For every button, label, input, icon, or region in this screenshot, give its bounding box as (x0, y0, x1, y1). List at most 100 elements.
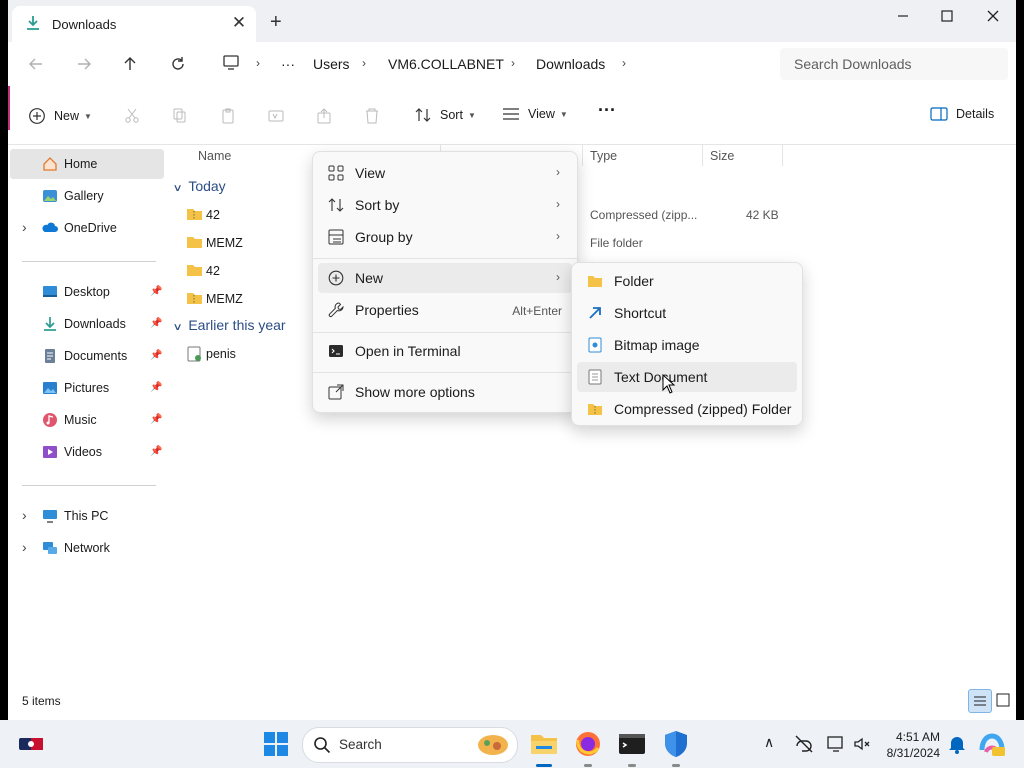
firefox-icon[interactable] (572, 728, 604, 760)
cut-icon[interactable] (124, 108, 140, 124)
network-offline-icon[interactable] (794, 734, 814, 754)
menu-item-label: Show more options (355, 384, 475, 400)
file-name: 42 (206, 208, 220, 222)
new-button[interactable]: New ▼ (28, 107, 92, 125)
pictures-icon (43, 382, 57, 394)
sidebar-item-label: Desktop (64, 285, 110, 299)
pc-icon[interactable] (222, 55, 240, 71)
sidebar-item-documents[interactable]: Documents 📌 (10, 341, 164, 371)
menu-item-sort-by[interactable]: Sort by › (318, 190, 572, 220)
security-shield-icon[interactable] (660, 728, 692, 760)
taskbar-search-label: Search (339, 737, 382, 752)
submenu-item-bitmap[interactable]: Bitmap image (577, 330, 797, 360)
submenu-item-zip-folder[interactable]: Compressed (zipped) Folder (577, 394, 797, 424)
search-input[interactable]: Search Downloads (780, 48, 1008, 80)
chevron-right-icon: › (556, 165, 560, 179)
group-header-earlier[interactable]: ∨ Earlier this year (172, 317, 286, 333)
breadcrumb-vm6[interactable]: VM6.COLLABNET (388, 56, 504, 72)
tab-downloads[interactable]: Downloads ✕ (12, 6, 256, 42)
notification-bell-icon[interactable] (948, 734, 966, 754)
minimize-icon[interactable] (880, 6, 926, 26)
copilot-icon[interactable] (978, 730, 1006, 758)
volume-muted-icon[interactable] (852, 734, 872, 754)
menu-item-view[interactable]: View › (318, 158, 572, 188)
breadcrumb-overflow[interactable]: ··· (281, 56, 295, 72)
copy-icon[interactable] (172, 108, 188, 124)
menu-item-show-more-options[interactable]: Show more options (318, 377, 572, 407)
chevron-down-icon: ∨ (172, 322, 183, 333)
sidebar-item-videos[interactable]: Videos 📌 (10, 437, 164, 467)
windows-start-icon[interactable] (260, 728, 292, 760)
display-icon[interactable] (826, 734, 846, 754)
paste-icon[interactable] (220, 108, 236, 124)
close-icon[interactable] (970, 6, 1016, 26)
menu-item-open-terminal[interactable]: Open in Terminal (318, 336, 572, 366)
sidebar-item-music[interactable]: Music 📌 (10, 405, 164, 435)
details-view-icon (974, 696, 986, 706)
back-icon[interactable] (26, 54, 46, 74)
new-label: New (54, 109, 80, 123)
sidebar-item-gallery[interactable]: Gallery (10, 181, 164, 211)
chevron-right-icon[interactable]: › (22, 507, 27, 523)
sidebar-item-network[interactable]: › Network (10, 533, 164, 563)
breadcrumb-downloads[interactable]: Downloads (536, 56, 605, 72)
refresh-icon[interactable] (168, 54, 188, 74)
share-icon[interactable] (316, 108, 332, 124)
taskbar-search[interactable]: Search (302, 727, 518, 763)
menu-item-properties[interactable]: Properties Alt+Enter (318, 295, 572, 325)
tab-title: Downloads (52, 17, 117, 32)
sidebar-item-onedrive[interactable]: › OneDrive (10, 213, 164, 243)
terminal-icon (329, 345, 343, 357)
group-header-today[interactable]: ∨ Today (172, 178, 226, 194)
details-button[interactable]: Details (930, 107, 994, 121)
breadcrumb-users[interactable]: Users (313, 56, 350, 72)
up-icon[interactable] (120, 54, 140, 74)
menu-item-label: Bitmap image (614, 337, 700, 353)
item-count: 5 items (22, 694, 61, 708)
menu-item-label: Compressed (zipped) Folder (614, 401, 792, 417)
more-options-button[interactable]: ··· (598, 100, 616, 121)
command-bar: New ▼ Sort ▼ View ▼ ··· Details (8, 86, 1016, 145)
sidebar-item-this-pc[interactable]: › This PC (10, 501, 164, 531)
tiles-view-toggle[interactable] (992, 689, 1014, 711)
submenu-item-shortcut[interactable]: Shortcut (577, 298, 797, 328)
sidebar-item-pictures[interactable]: Pictures 📌 (10, 373, 164, 403)
rename-icon[interactable] (268, 108, 284, 124)
chevron-right-icon[interactable]: › (22, 219, 27, 235)
column-header-type[interactable]: Type (590, 149, 617, 163)
new-tab-button[interactable]: + (270, 12, 282, 32)
mlb-widget-icon[interactable] (18, 734, 46, 754)
system-clock[interactable]: 4:51 AM 8/31/2024 (880, 729, 940, 761)
group-label: Earlier this year (188, 317, 286, 333)
menu-item-new[interactable]: New › (318, 263, 572, 293)
sidebar-item-home[interactable]: Home (10, 149, 164, 179)
chevron-down-icon: ▼ (84, 111, 92, 121)
menu-item-group-by[interactable]: Group by › (318, 222, 572, 252)
search-icon (314, 737, 331, 754)
column-header-size[interactable]: Size (710, 149, 734, 163)
details-view-toggle[interactable] (968, 689, 992, 713)
pc-icon (43, 510, 57, 523)
column-header-name[interactable]: Name (198, 149, 231, 163)
maximize-icon[interactable] (924, 6, 970, 26)
sidebar-item-label: Network (64, 541, 110, 555)
submenu-item-text-document[interactable]: Text Document (577, 362, 797, 392)
delete-icon[interactable] (364, 108, 380, 124)
forward-icon[interactable] (74, 54, 94, 74)
sidebar-item-downloads[interactable]: Downloads 📌 (10, 309, 164, 339)
view-button[interactable]: View ▼ (502, 107, 568, 121)
terminal-icon[interactable] (616, 728, 648, 760)
menu-item-label: Folder (614, 273, 654, 289)
taskbar: Search ∧ 4:51 AM 8/31/2024 (0, 720, 1024, 768)
chevron-up-icon[interactable]: ∧ (764, 734, 774, 751)
sort-button[interactable]: Sort ▼ (414, 107, 476, 123)
sidebar-item-label: Downloads (64, 317, 126, 331)
tab-close-icon[interactable]: ✕ (230, 14, 248, 32)
sidebar-item-desktop[interactable]: Desktop 📌 (10, 277, 164, 307)
chevron-right-icon[interactable]: › (22, 539, 27, 555)
chevron-down-icon: ∨ (172, 183, 183, 194)
file-explorer-icon[interactable] (528, 728, 560, 760)
bitmap-icon (588, 337, 602, 353)
running-app-indicator (672, 764, 680, 767)
submenu-item-folder[interactable]: Folder (577, 266, 797, 296)
